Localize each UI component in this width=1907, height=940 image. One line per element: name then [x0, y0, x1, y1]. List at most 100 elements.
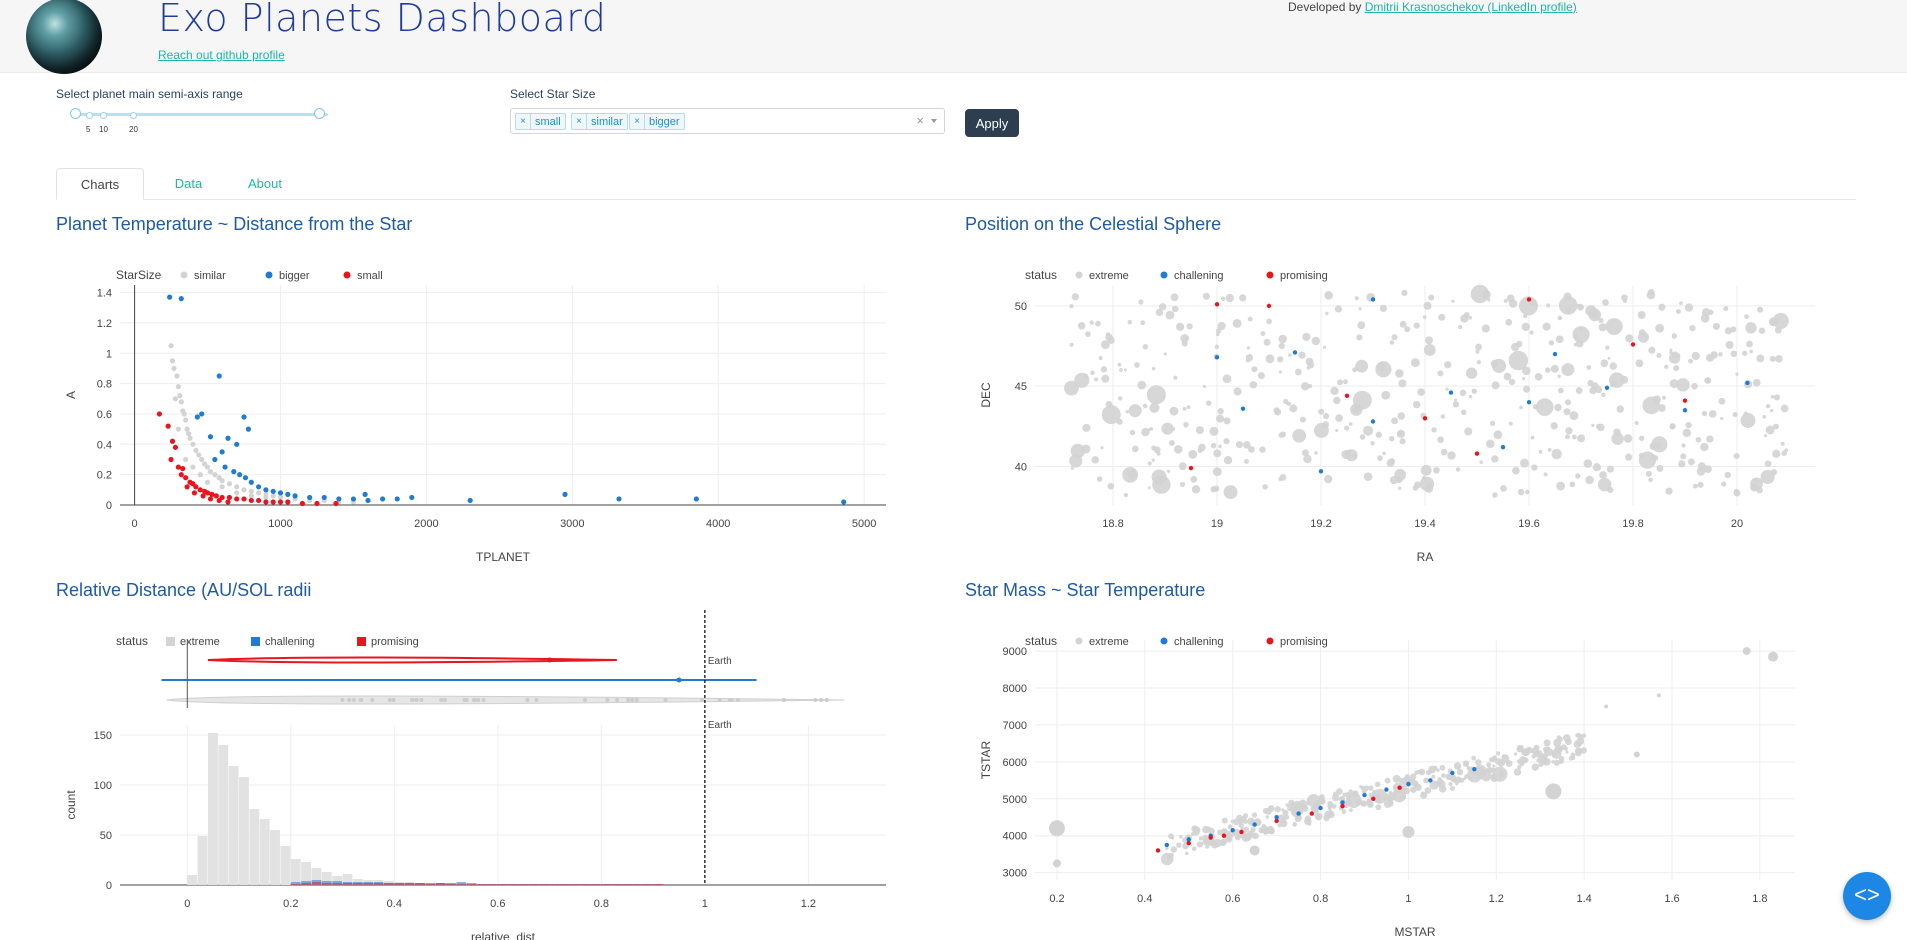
data-point — [1589, 387, 1597, 395]
data-point — [225, 435, 231, 441]
data-point — [1671, 333, 1678, 339]
data-point — [1521, 322, 1530, 332]
histogram-bar — [435, 883, 446, 885]
data-point — [1763, 434, 1768, 438]
legend-label: promising — [371, 636, 419, 648]
data-point — [277, 494, 284, 501]
data-point — [1468, 315, 1473, 320]
data-point — [222, 464, 228, 470]
data-point — [1781, 450, 1788, 456]
data-point — [1648, 477, 1653, 483]
slider-rail[interactable] — [72, 113, 328, 116]
data-point — [196, 452, 202, 458]
data-point — [1230, 819, 1235, 824]
chevron-down-icon[interactable] — [931, 119, 937, 123]
data-point — [1638, 435, 1645, 442]
data-point — [615, 698, 620, 702]
histogram-bar — [259, 819, 270, 885]
slider-handle-min[interactable] — [70, 108, 81, 119]
data-point — [1178, 462, 1187, 471]
data-point — [1223, 485, 1238, 500]
data-point — [1673, 365, 1680, 372]
data-point — [1557, 374, 1561, 379]
slider-handle-max[interactable] — [314, 108, 325, 119]
data-point — [1523, 385, 1531, 393]
earth-annotation: Earth — [708, 656, 732, 667]
data-point — [1440, 448, 1448, 456]
data-point — [1246, 346, 1250, 350]
star-size-multiselect[interactable]: × small × similar × bigger × — [510, 108, 945, 134]
data-point — [782, 698, 787, 702]
data-point — [824, 698, 829, 702]
data-point — [1370, 441, 1375, 446]
data-point — [1447, 451, 1456, 460]
data-point — [1697, 462, 1706, 471]
clear-all-icon[interactable]: × — [916, 113, 924, 128]
data-point — [1456, 768, 1464, 776]
semi-axis-range-slider[interactable]: 5 10 20 — [70, 105, 328, 134]
data-point — [1341, 809, 1347, 814]
data-point — [1249, 845, 1260, 856]
chart-celestial-sphere[interactable]: 18.8 19 19.2 19.4 19.6 19.8 20 40 45 50 RA DEC statu… — [965, 255, 1825, 575]
data-point — [1655, 323, 1665, 333]
data-point — [187, 435, 193, 441]
data-point — [1151, 445, 1157, 451]
y-tick-label: 0.4 — [97, 439, 112, 451]
data-point — [183, 475, 189, 481]
data-point — [1591, 423, 1595, 427]
x-tick-label: 0.6 — [1225, 893, 1240, 905]
data-point — [1302, 805, 1309, 812]
data-point — [1098, 355, 1103, 361]
data-point — [1360, 785, 1366, 791]
tab-charts[interactable]: Charts — [56, 168, 144, 200]
data-point — [1678, 460, 1686, 468]
x-tick-label: 4000 — [706, 518, 730, 530]
data-point — [1533, 744, 1540, 751]
data-point — [1223, 438, 1230, 445]
data-point — [181, 411, 187, 417]
data-point — [1334, 305, 1343, 313]
chart-star-mass-temperature[interactable]: 0.2 0.4 0.6 0.8 1 1.2 1.4 1.6 1.8 3000 4000 5000 600… — [965, 620, 1825, 940]
chart-relative-distance[interactable]: status extreme challening promising 0 0.2 0.4 0… — [56, 600, 906, 940]
data-point — [1202, 384, 1206, 389]
data-point — [1278, 334, 1287, 344]
data-point — [1324, 291, 1333, 300]
data-point — [1413, 322, 1420, 329]
data-point — [1506, 294, 1515, 303]
data-point — [1330, 386, 1339, 396]
data-point — [1575, 473, 1581, 479]
tab-about[interactable]: About — [230, 168, 300, 199]
remove-chip-icon[interactable]: × — [516, 114, 531, 129]
data-point — [1161, 422, 1174, 435]
data-point — [1191, 846, 1197, 851]
data-point — [1304, 815, 1312, 823]
data-point — [1563, 746, 1568, 751]
code-toggle-button[interactable]: <> — [1843, 872, 1891, 920]
histogram-bar — [508, 884, 519, 885]
github-profile-link[interactable]: Reach out github profile — [158, 48, 285, 62]
histogram-bar — [642, 884, 653, 885]
data-point — [1195, 426, 1204, 435]
data-point — [1428, 294, 1435, 301]
remove-chip-icon[interactable]: × — [572, 114, 587, 129]
data-point — [1468, 394, 1473, 399]
data-point — [219, 478, 225, 484]
data-point — [1417, 388, 1425, 396]
data-point — [1579, 326, 1584, 331]
chart-temperature-distance[interactable]: 0 1000 2000 3000 4000 5000 0 0.2 0.4 0.6 0.8 1 1.2 1.… — [56, 255, 906, 575]
data-point — [1692, 483, 1698, 489]
data-point — [1475, 343, 1482, 351]
data-point — [1756, 354, 1765, 363]
data-point — [1064, 380, 1079, 396]
histogram-bar — [477, 884, 487, 885]
data-point — [248, 493, 254, 499]
data-point — [175, 426, 181, 432]
data-point — [472, 698, 477, 702]
tab-data[interactable]: Data — [156, 168, 221, 199]
slider-mark-dot — [130, 112, 137, 119]
linkedin-link[interactable]: Dmitrii Krasnoschekov (LinkedIn profile) — [1365, 0, 1577, 14]
remove-chip-icon[interactable]: × — [630, 114, 645, 129]
data-point — [270, 488, 276, 494]
data-point — [216, 373, 222, 379]
apply-button[interactable]: Apply — [965, 109, 1019, 137]
